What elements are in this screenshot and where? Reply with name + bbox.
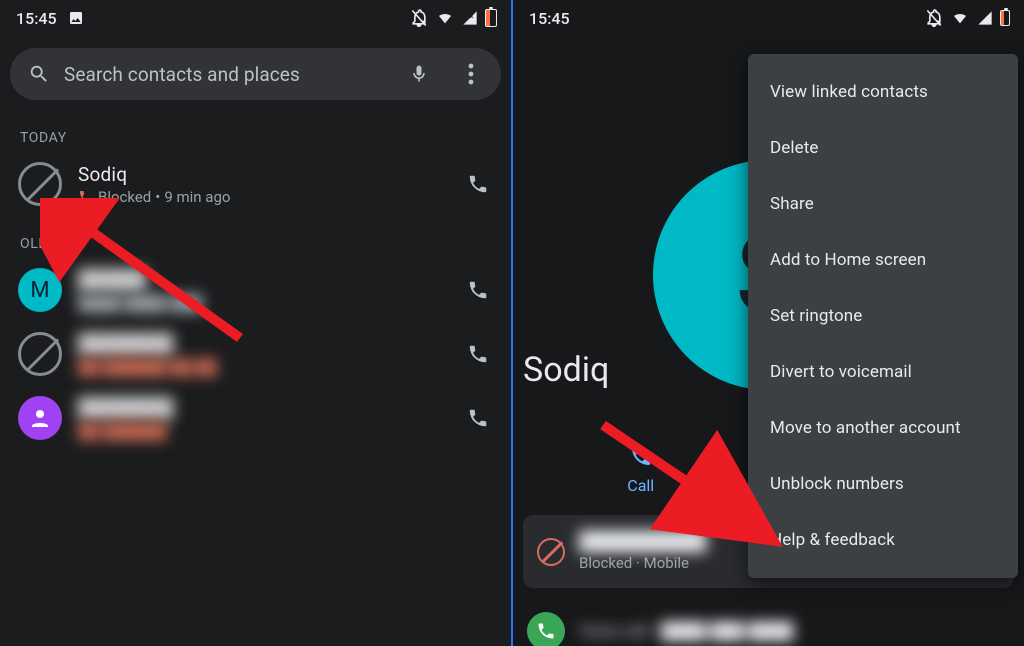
blurred-name: ███████ [78, 332, 174, 356]
search-bar[interactable]: Search contacts and places [10, 48, 501, 100]
mic-icon[interactable] [409, 62, 429, 86]
section-today: TODAY [0, 110, 511, 152]
menu-set-ringtone[interactable]: Set ringtone [748, 288, 1018, 344]
battery-icon [1000, 10, 1010, 26]
menu-view-linked[interactable]: View linked contacts [748, 64, 1018, 120]
status-time: 15:45 [16, 9, 57, 28]
phone-screen-recents: 15:45 x Search contacts and places [0, 0, 511, 646]
call-button[interactable] [457, 163, 499, 205]
voice-call-icon [527, 612, 565, 646]
contact-name: Sodiq [513, 350, 609, 390]
call-row[interactable]: ███████ ██ ██████ [0, 386, 511, 450]
call-button[interactable] [457, 397, 499, 439]
status-time: 15:45 [529, 9, 570, 28]
blurred-sub: ██ ██████ [78, 422, 167, 440]
call-button[interactable] [457, 333, 499, 375]
menu-help[interactable]: Help & feedback [748, 512, 1018, 568]
menu-divert-voicemail[interactable]: Divert to voicemail [748, 344, 1018, 400]
menu-move-account[interactable]: Move to another account [748, 400, 1018, 456]
blurred-name: █████ [78, 268, 146, 292]
blurred-name: ███████ [78, 396, 174, 420]
blurred-sub: ██ ██████ ██ ██ [78, 358, 217, 376]
blocked-icon [537, 538, 565, 566]
search-placeholder: Search contacts and places [64, 63, 395, 86]
dnd-icon [409, 8, 429, 28]
overflow-menu: View linked contacts Delete Share Add to… [748, 54, 1018, 578]
status-bar: 15:45 x [0, 0, 511, 34]
wifi-icon [435, 10, 455, 26]
signal-icon: x [461, 10, 479, 26]
call-row-sodiq[interactable]: Sodiq Blocked • 9 min ago [0, 152, 511, 216]
search-icon [28, 63, 50, 85]
blocked-icon [18, 162, 62, 206]
status-bar: 15:45 [513, 0, 1024, 34]
menu-delete[interactable]: Delete [748, 120, 1018, 176]
phone-screen-contact: 15:45 S Sodiq Call T ███████ [513, 0, 1024, 646]
call-row[interactable]: M █████ ████ ████ ███ [0, 258, 511, 322]
call-name: Sodiq [78, 163, 457, 186]
image-icon [67, 10, 85, 26]
section-older: OLDER [0, 216, 511, 258]
wifi-icon [950, 10, 970, 26]
voice-call-label: Voice call • ████ ███ ████ [579, 621, 794, 641]
menu-add-home[interactable]: Add to Home screen [748, 232, 1018, 288]
blocked-icon [18, 332, 62, 376]
blurred-number: ██████████ [579, 531, 707, 552]
avatar: M [18, 268, 62, 312]
avatar [18, 396, 62, 440]
signal-icon [976, 10, 994, 26]
call-subtitle: Blocked • 9 min ago [78, 188, 457, 206]
call-row[interactable]: ███████ ██ ██████ ██ ██ [0, 322, 511, 386]
voice-call-row[interactable]: Voice call • ████ ███ ████ [527, 612, 1010, 646]
call-button[interactable] [457, 269, 499, 311]
battery-icon [485, 9, 497, 27]
dnd-icon [924, 8, 944, 28]
menu-unblock[interactable]: Unblock numbers [748, 456, 1018, 512]
overflow-menu-button[interactable] [449, 52, 493, 96]
blurred-sub: ████ ████ ███ [78, 294, 202, 312]
action-call[interactable]: Call [513, 430, 769, 509]
menu-share[interactable]: Share [748, 176, 1018, 232]
